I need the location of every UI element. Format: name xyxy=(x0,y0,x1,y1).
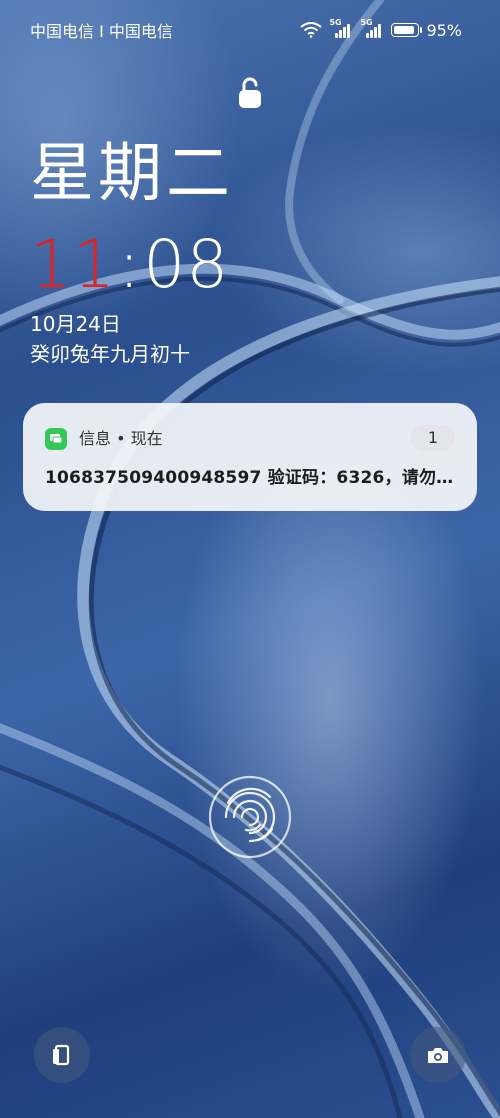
status-bar: 中国电信 I 中国电信 5G 5G 95% xyxy=(30,18,462,42)
clock-minute: 08 xyxy=(143,226,230,303)
wifi-icon xyxy=(300,22,323,38)
date: 10月24日 xyxy=(30,312,121,336)
message-notification[interactable]: 信息 • 现在 1 10683750940​0948597 验证码：6326，请… xyxy=(23,403,477,511)
unlock-icon xyxy=(239,77,261,108)
notification-text: 10683750940​0948597 验证码：6326，请勿… xyxy=(45,468,454,488)
wallet-shortcut-button[interactable] xyxy=(34,1027,90,1083)
fingerprint-icon[interactable] xyxy=(206,773,294,861)
clock-separator: : xyxy=(117,226,142,303)
camera-shortcut-button[interactable] xyxy=(410,1027,466,1083)
weekday: 星期二 xyxy=(30,137,234,211)
status-icons: 5G 5G 95% xyxy=(300,18,462,40)
camera-icon xyxy=(428,1048,448,1063)
carrier-label: 中国电信 I 中国电信 xyxy=(30,22,173,41)
clock-hour: 11 xyxy=(30,226,116,303)
notification-count-badge[interactable]: 1 xyxy=(411,425,455,451)
signal-1-icon: 5G xyxy=(329,18,353,38)
battery-percent: 95% xyxy=(426,20,462,40)
signal-2-icon: 5G xyxy=(360,18,384,38)
lunar-date: 癸卯兔年九月初十 xyxy=(30,342,190,366)
battery-icon xyxy=(391,23,423,37)
notification-app-name: 信息 • 现在 xyxy=(79,429,163,448)
clock: 11:08 xyxy=(30,232,229,298)
wallet-card-icon xyxy=(53,1044,70,1066)
messages-app-icon xyxy=(45,428,67,450)
